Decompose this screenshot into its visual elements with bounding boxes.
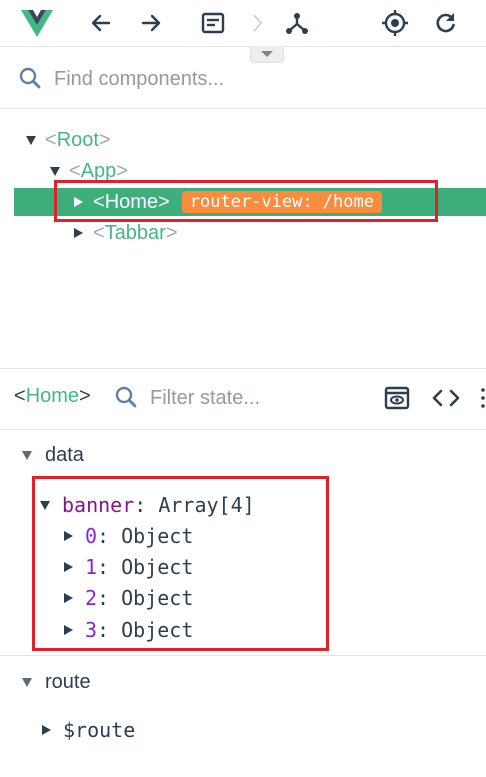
chevron-right-icon (240, 6, 274, 40)
search-input[interactable] (54, 64, 454, 94)
tree-node-tabbar[interactable]: < Tabbar > (74, 218, 178, 248)
component-name: Root (56, 128, 99, 151)
back-arrow-icon[interactable] (84, 6, 118, 40)
collapse-arrow-icon[interactable] (22, 450, 32, 460)
components-tab-icon[interactable] (196, 6, 230, 40)
section-label: route (45, 670, 91, 693)
vuex-icon[interactable] (280, 6, 314, 40)
component-name: Tabbar (104, 221, 166, 244)
toolbar (0, 0, 486, 47)
refresh-icon[interactable] (428, 6, 462, 40)
search-icon (18, 66, 42, 94)
tree-node-root[interactable]: < Root > (26, 125, 111, 155)
expand-arrow-icon[interactable] (74, 228, 83, 238)
expand-arrow-icon[interactable] (42, 725, 51, 735)
section-divider (0, 655, 486, 656)
selected-component-label: <Home> (14, 385, 91, 407)
section-label: data (45, 443, 84, 466)
inspect-target-icon[interactable] (378, 6, 412, 40)
component-search-bar (0, 52, 486, 109)
state-key: $route (63, 718, 136, 742)
data-section-header[interactable]: data (22, 442, 84, 468)
open-source-icon[interactable] (432, 386, 460, 414)
more-options-icon[interactable] (480, 387, 486, 413)
inspect-dom-icon[interactable] (384, 385, 410, 415)
expand-arrow-icon[interactable] (50, 166, 60, 176)
expand-arrow-icon[interactable] (26, 135, 36, 145)
filter-state-input[interactable] (150, 383, 370, 413)
inspector-header: <Home> (0, 368, 486, 430)
collapse-arrow-icon[interactable] (22, 677, 32, 687)
annotation-highlight-box (54, 180, 438, 222)
route-section-header[interactable]: route (22, 669, 91, 695)
vue-logo-icon (20, 6, 54, 40)
filter-icon (114, 385, 138, 413)
annotation-highlight-box (32, 476, 329, 651)
forward-arrow-icon[interactable] (134, 6, 168, 40)
state-row-route[interactable]: $route (42, 715, 135, 745)
